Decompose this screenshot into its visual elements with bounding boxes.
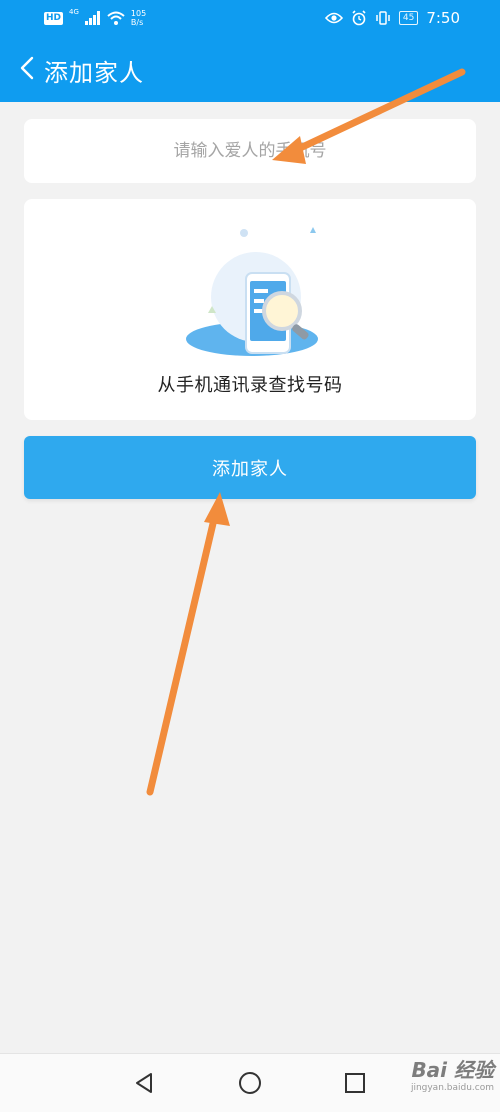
arrow-to-button: [146, 492, 230, 796]
chevron-left-icon: [20, 56, 34, 80]
circle-home-icon: [239, 1072, 261, 1094]
contacts-lookup-label: 从手机通讯录查找号码: [157, 375, 343, 396]
add-family-button[interactable]: 添加家人: [24, 436, 476, 499]
vibrate-icon: [376, 11, 390, 25]
nav-home-button[interactable]: [230, 1065, 270, 1101]
network-type: 4G: [69, 8, 79, 16]
eye-icon: [324, 12, 343, 24]
baidu-watermark: Bai 经验 jingyan.baidu.com: [374, 1058, 494, 1104]
contacts-lookup-card[interactable]: 从手机通讯录查找号码: [24, 199, 476, 420]
status-bar: HD 4G 105 B/s 45 7:50: [0, 0, 500, 36]
watermark-brand: Bai 经验: [411, 1058, 494, 1082]
app-bar: 添加家人: [0, 36, 500, 102]
wifi-icon: [107, 11, 125, 25]
battery-indicator: 45: [398, 11, 419, 25]
square-recent-icon: [345, 1073, 365, 1093]
network-speed: 105 B/s: [131, 9, 146, 27]
alarm-icon: [352, 10, 366, 26]
phone-input-card: [24, 119, 476, 183]
watermark-url: jingyan.baidu.com: [410, 1083, 494, 1093]
nav-recent-button[interactable]: [335, 1065, 375, 1101]
status-left-group: HD 4G 105 B/s: [44, 8, 146, 28]
nav-back-button[interactable]: [124, 1065, 164, 1101]
hd-badge: HD: [44, 11, 64, 25]
status-time: 7:50: [426, 9, 460, 27]
signal-icon: [84, 11, 100, 25]
phone-number-input[interactable]: [24, 119, 476, 183]
speed-unit: B/s: [130, 18, 144, 27]
speed-value: 105: [130, 9, 147, 18]
status-right-group: 45 7:50: [324, 7, 460, 29]
contacts-search-illustration: [186, 227, 318, 356]
page-title: 添加家人: [44, 59, 144, 87]
triangle-back-icon: [136, 1073, 152, 1093]
back-button[interactable]: [10, 48, 44, 88]
